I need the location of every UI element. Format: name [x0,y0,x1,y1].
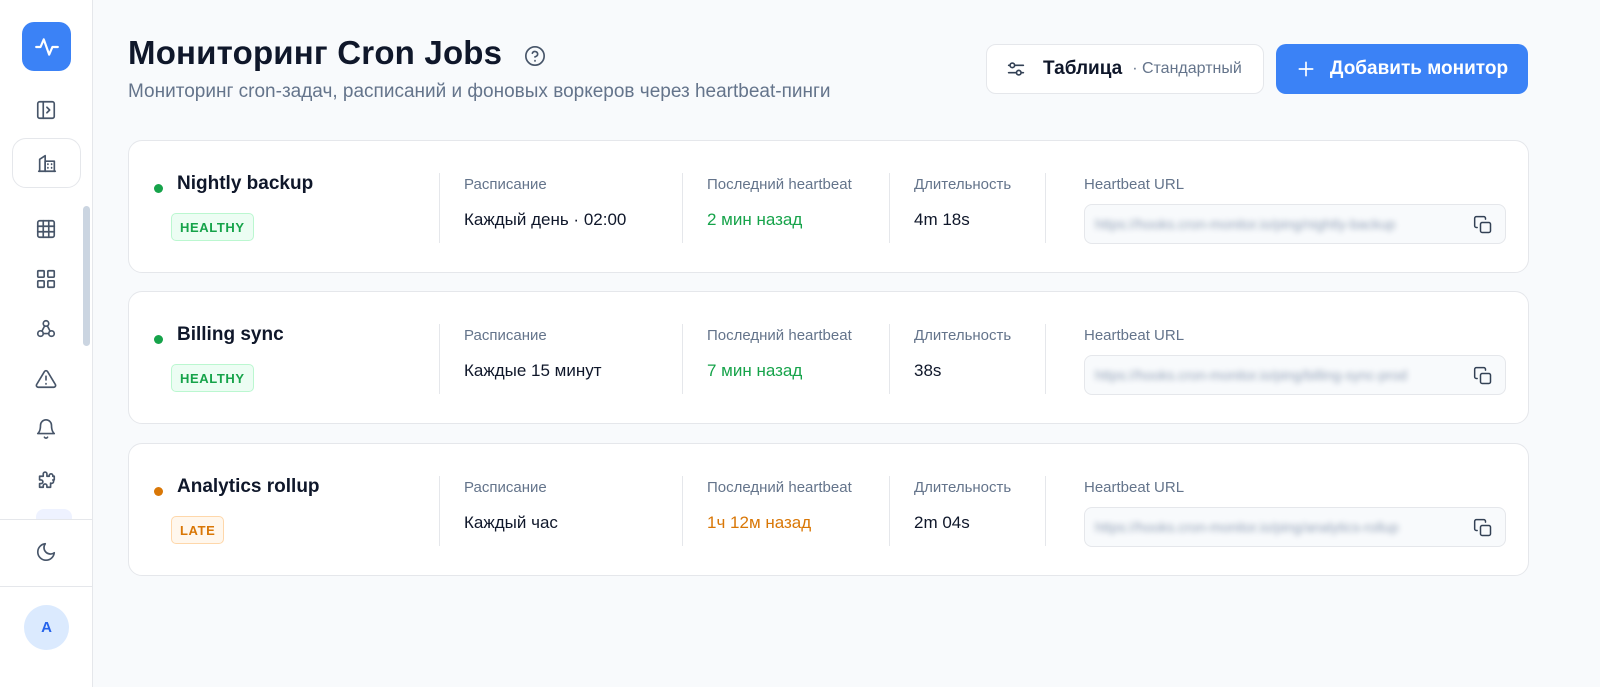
column-divider [682,173,683,243]
last-heartbeat-label: Последний heartbeat [707,327,852,344]
monitor-card[interactable]: Nightly backup HEALTHY Расписание Каждый… [128,140,1529,273]
heartbeat-url-field[interactable]: https://hooks.cron-monitor.io/ping/analy… [1084,507,1506,547]
sliders-icon [1007,62,1025,76]
duration-value: 4m 18s [914,210,970,229]
heartbeat-url-value: https://hooks.cron-monitor.io/ping/analy… [1095,519,1399,535]
schedule-value: Каждый час [464,513,558,532]
heartbeat-url-field[interactable]: https://hooks.cron-monitor.io/ping/night… [1084,204,1506,244]
last-heartbeat-label: Последний heartbeat [707,479,852,496]
sidebar-scrollbar[interactable] [83,206,90,346]
help-circle-icon[interactable] [524,45,546,67]
add-monitor-label: Добавить монитор [1329,58,1509,79]
view-mode-button[interactable]: Таблица · Стандартный [986,44,1264,94]
column-divider [889,173,890,243]
add-monitor-button[interactable]: Добавить монитор [1276,44,1528,94]
copy-url-button[interactable] [1471,213,1495,237]
status-dot [154,335,163,344]
duration-label: Длительность [914,176,1012,193]
column-divider [889,324,890,394]
heartbeat-url-label: Heartbeat URL [1084,479,1185,496]
bell-icon [36,419,56,439]
page-title: Мониторинг Cron Jobs [128,34,503,71]
duration-value: 2m 04s [914,513,970,532]
heartbeat-url-label: Heartbeat URL [1084,327,1185,344]
column-divider [682,324,683,394]
avatar[interactable]: A [24,605,69,650]
copy-icon [1473,518,1492,537]
theme-toggle-button[interactable] [26,532,66,572]
puzzle-icon [38,471,56,489]
sidebar: A [0,0,93,687]
heartbeat-url-value: https://hooks.cron-monitor.io/ping/billi… [1095,367,1408,383]
webhook-icon [36,319,56,338]
sidebar-item-table[interactable] [26,209,66,249]
copy-url-button[interactable] [1471,364,1495,388]
column-divider [439,324,440,394]
sidebar-item-integrations[interactable] [26,459,66,499]
sidebar-selected-indicator [36,509,72,519]
page-subtitle: Мониторинг cron-задач, расписаний и фоно… [128,81,831,102]
monitor-card[interactable]: Analytics rollup LATE Расписание Каждый … [128,443,1529,576]
schedule-label: Расписание [464,176,547,193]
sidebar-item-organization[interactable] [12,138,81,188]
duration-value: 38s [914,361,942,380]
building-icon [37,154,56,173]
column-divider [439,173,440,243]
sidebar-toggle-button[interactable] [26,90,66,130]
monitor-name: Billing sync [177,324,284,345]
sidebar-divider [0,519,93,520]
monitor-card[interactable]: Billing sync HEALTHY Расписание Каждые 1… [128,291,1529,424]
sidebar-divider [0,586,93,587]
heartbeat-url-field[interactable]: https://hooks.cron-monitor.io/ping/billi… [1084,355,1506,395]
column-divider [1045,173,1046,243]
duration-label: Длительность [914,327,1012,344]
heartbeat-url-value: https://hooks.cron-monitor.io/ping/night… [1095,216,1396,232]
copy-icon [1473,215,1492,234]
column-divider [439,476,440,546]
grid-icon [36,219,56,239]
sidebar-item-dashboard[interactable] [26,259,66,299]
status-badge: LATE [171,516,225,544]
monitor-name: Analytics rollup [177,476,320,497]
activity-icon [34,37,59,56]
last-heartbeat-label: Последний heartbeat [707,176,852,193]
sidebar-item-webhooks[interactable] [26,309,66,349]
status-badge: HEALTHY [171,364,254,392]
last-heartbeat-value: 1ч 12м назад [707,513,812,532]
column-divider [889,476,890,546]
schedule-value: Каждые 15 минут [464,361,602,380]
schedule-label: Расписание [464,479,547,496]
column-divider [682,476,683,546]
sidebar-item-notifications[interactable] [26,409,66,449]
schedule-value: Каждый день · 02:00 [464,210,627,229]
app-logo[interactable] [22,22,71,71]
last-heartbeat-value: 7 мин назад [707,361,803,380]
sidebar-item-alerts[interactable] [26,359,66,399]
panel-left-icon [36,100,56,120]
status-dot [154,184,163,193]
monitor-name: Nightly backup [177,173,314,194]
copy-url-button[interactable] [1471,516,1495,540]
copy-icon [1473,366,1492,385]
schedule-label: Расписание [464,327,547,344]
column-divider [1045,324,1046,394]
duration-label: Длительность [914,479,1012,496]
alert-triangle-icon [35,369,57,389]
last-heartbeat-value: 2 мин назад [707,210,803,229]
plus-icon [1298,61,1314,77]
status-badge: HEALTHY [171,213,254,241]
heartbeat-url-label: Heartbeat URL [1084,176,1185,193]
status-dot [154,487,163,496]
view-mode-label: Таблица [1043,58,1123,79]
layout-grid-icon [36,269,56,289]
moon-icon [36,542,56,562]
view-mode-value: · Стандартный [1132,60,1242,77]
column-divider [1045,476,1046,546]
